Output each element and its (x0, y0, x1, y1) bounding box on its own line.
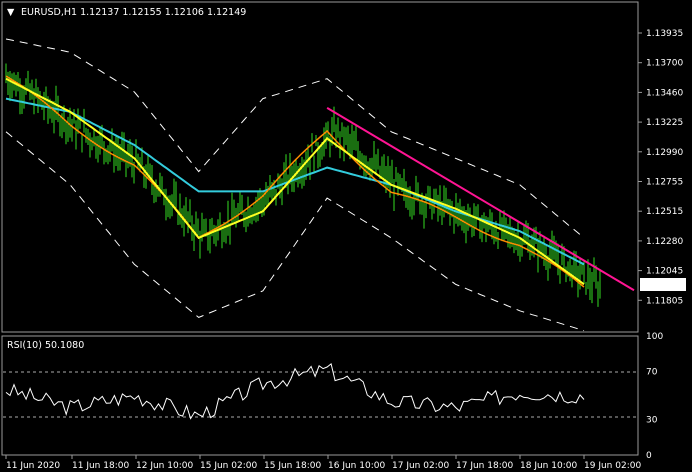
chart-header: EURUSD,H1 1.12137 1.12155 1.12106 1.1214… (21, 7, 246, 18)
price-tick-label: 1.13460 (646, 88, 683, 98)
current-price-tag: 1.12149 (640, 278, 686, 291)
time-tick-label: 11 Jun 2020 (6, 461, 60, 471)
time-tick-label: 15 Jun 18:00 (264, 461, 321, 471)
time-tick-label: 15 Jun 02:00 (200, 461, 257, 471)
time-tick-label: 11 Jun 18:00 (72, 461, 129, 471)
price-chart-frame (1, 1, 639, 333)
rsi-tick-label: 0 (646, 451, 652, 461)
time-tick-label: 18 Jun 10:00 (520, 461, 577, 471)
price-tick-label: 1.12045 (646, 267, 683, 277)
price-tick-label: 1.13935 (646, 29, 683, 39)
price-chart-window[interactable]: ▼ EURUSD,H1 1.12137 1.12155 1.12106 1.12… (1, 1, 639, 333)
time-tick-label: 17 Jun 18:00 (456, 461, 513, 471)
rsi-tick-label: 30 (646, 415, 658, 425)
price-tick-label: 1.12515 (646, 207, 683, 217)
time-tick-label: 19 Jun 02:00 (584, 461, 641, 471)
price-tick-label: 1.12755 (646, 178, 683, 188)
time-tick-label: 12 Jun 10:00 (136, 461, 193, 471)
rsi-tick-label: 100 (646, 332, 663, 342)
time-tick-label: 17 Jun 02:00 (392, 461, 449, 471)
price-tick-label: 1.13225 (646, 118, 683, 128)
price-tick-label: 1.11805 (646, 296, 683, 306)
price-tick-label: 1.12280 (646, 237, 683, 247)
current-price-label: 1.12149 (644, 281, 681, 291)
rsi-frame (1, 335, 639, 456)
rsi-tick-label: 70 (646, 368, 658, 378)
price-tick-label: 1.12990 (646, 148, 683, 158)
trading-terminal[interactable]: ▼ EURUSD,H1 1.12137 1.12155 1.12106 1.12… (0, 0, 692, 472)
rsi-header: RSI(10) 50.1080 (7, 340, 84, 351)
rsi-window[interactable]: RSI(10) 50.1080 (1, 335, 639, 456)
price-tick-label: 1.13700 (646, 59, 683, 69)
chart-header-arrow[interactable]: ▼ (7, 7, 15, 18)
time-tick-label: 16 Jun 10:00 (328, 461, 385, 471)
